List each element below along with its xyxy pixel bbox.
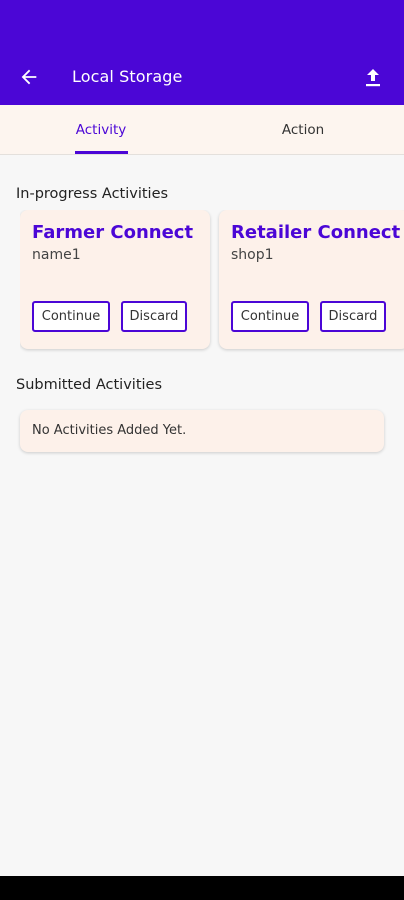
app-bar: Local Storage	[0, 0, 404, 105]
system-nav-bar	[0, 876, 404, 900]
submitted-heading: Submitted Activities	[16, 377, 163, 393]
activity-card[interactable]: Farmer Connect name1 Continue Discard	[20, 210, 210, 349]
activity-card-title: Retailer Connect	[231, 222, 401, 243]
activity-card[interactable]: Retailer Connect shop1 Continue Discard	[219, 210, 404, 349]
activity-card-subtitle: name1	[32, 247, 81, 263]
page-title: Local Storage	[72, 67, 183, 86]
continue-button[interactable]: Continue	[231, 301, 309, 332]
upload-icon[interactable]	[364, 68, 382, 88]
in-progress-list[interactable]: Farmer Connect name1 Continue Discard Re…	[20, 210, 404, 360]
tab-indicator	[75, 151, 128, 154]
empty-state: No Activities Added Yet.	[20, 410, 384, 452]
tab-bar: Activity Action	[0, 105, 404, 155]
tab-activity[interactable]: Activity	[0, 105, 202, 155]
continue-button[interactable]: Continue	[32, 301, 110, 332]
activity-card-title: Farmer Connect	[32, 222, 194, 243]
in-progress-heading: In-progress Activities	[16, 186, 169, 202]
arrow-left-icon[interactable]	[18, 66, 40, 88]
discard-button[interactable]: Discard	[320, 301, 386, 332]
discard-button[interactable]: Discard	[121, 301, 187, 332]
tab-action[interactable]: Action	[202, 105, 404, 155]
activity-card-subtitle: shop1	[231, 247, 274, 263]
